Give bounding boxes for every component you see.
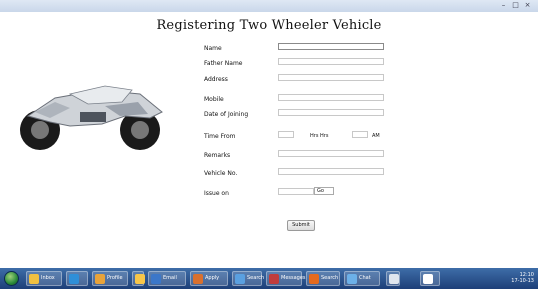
taskbar-item[interactable]: Email [148,271,186,286]
mobile-input[interactable] [278,94,384,101]
name-label: Name [204,45,222,52]
issue-on-select[interactable]: Go [314,187,334,195]
maximize-button[interactable]: □ [511,1,520,9]
app-icon [95,274,105,284]
motorcycle-image [20,85,163,150]
father-name-input[interactable] [278,58,384,65]
taskbar-item[interactable]: Inbox [26,271,62,286]
close-button[interactable]: × [523,1,532,9]
minimize-button[interactable]: – [499,1,508,9]
app-icon [309,274,319,284]
folder-icon [29,274,39,284]
taskbar-item[interactable]: Search [306,271,340,286]
taskbar-item[interactable] [420,271,440,286]
issue-on-label: Issue on [204,190,229,197]
vehicle-number-input[interactable] [278,168,384,175]
taskbar: Inbox Profile Email Apply Search Message… [0,268,538,289]
taskbar-item[interactable] [132,271,145,286]
address-input[interactable] [278,74,384,81]
taskbar-item[interactable]: Messages [266,271,306,286]
taskbar-item[interactable] [386,271,400,286]
remarks-label: Remarks [204,152,231,159]
mobile-label: Mobile [204,96,224,103]
date-of-joining-label: Date of Joining [204,111,249,118]
time-to-input[interactable] [352,131,368,138]
window-icon [423,274,433,284]
address-label: Address [204,76,228,83]
time-am-label: AM [372,133,380,139]
app-icon [135,274,145,284]
taskbar-item[interactable]: Search [232,271,264,286]
submit-button[interactable]: Submit [287,220,315,231]
page-content: Registering Two Wheeler Vehicle Name Fat… [0,12,538,268]
system-tray: 12:10 17-10-13 [511,272,534,284]
taskbar-item[interactable]: Chat [344,271,380,286]
name-input[interactable] [278,43,384,50]
time-from-input[interactable] [278,131,294,138]
date-of-joining-input[interactable] [278,109,384,116]
time-from-label: Time From [204,133,236,140]
start-button[interactable] [4,271,19,286]
clock-date: 17-10-13 [511,278,534,284]
vehicle-number-label: Vehicle No. [204,170,238,177]
window-controls: – □ × [499,1,532,9]
browser-icon [69,274,79,284]
search-icon [235,274,245,284]
taskbar-item[interactable]: Apply [190,271,228,286]
document-icon [389,274,399,284]
father-name-label: Father Name [204,60,243,67]
issue-on-input[interactable] [278,188,314,195]
window-titlebar: – □ × [0,0,538,12]
taskbar-item[interactable]: Profile [92,271,128,286]
page-title: Registering Two Wheeler Vehicle [156,18,382,33]
chat-icon [347,274,357,284]
time-hrs-label: Hrs Hrs [310,133,329,139]
remarks-input[interactable] [278,150,384,157]
browser-icon [193,274,203,284]
mail-icon [151,274,161,284]
messages-icon [269,274,279,284]
taskbar-item[interactable] [66,271,88,286]
